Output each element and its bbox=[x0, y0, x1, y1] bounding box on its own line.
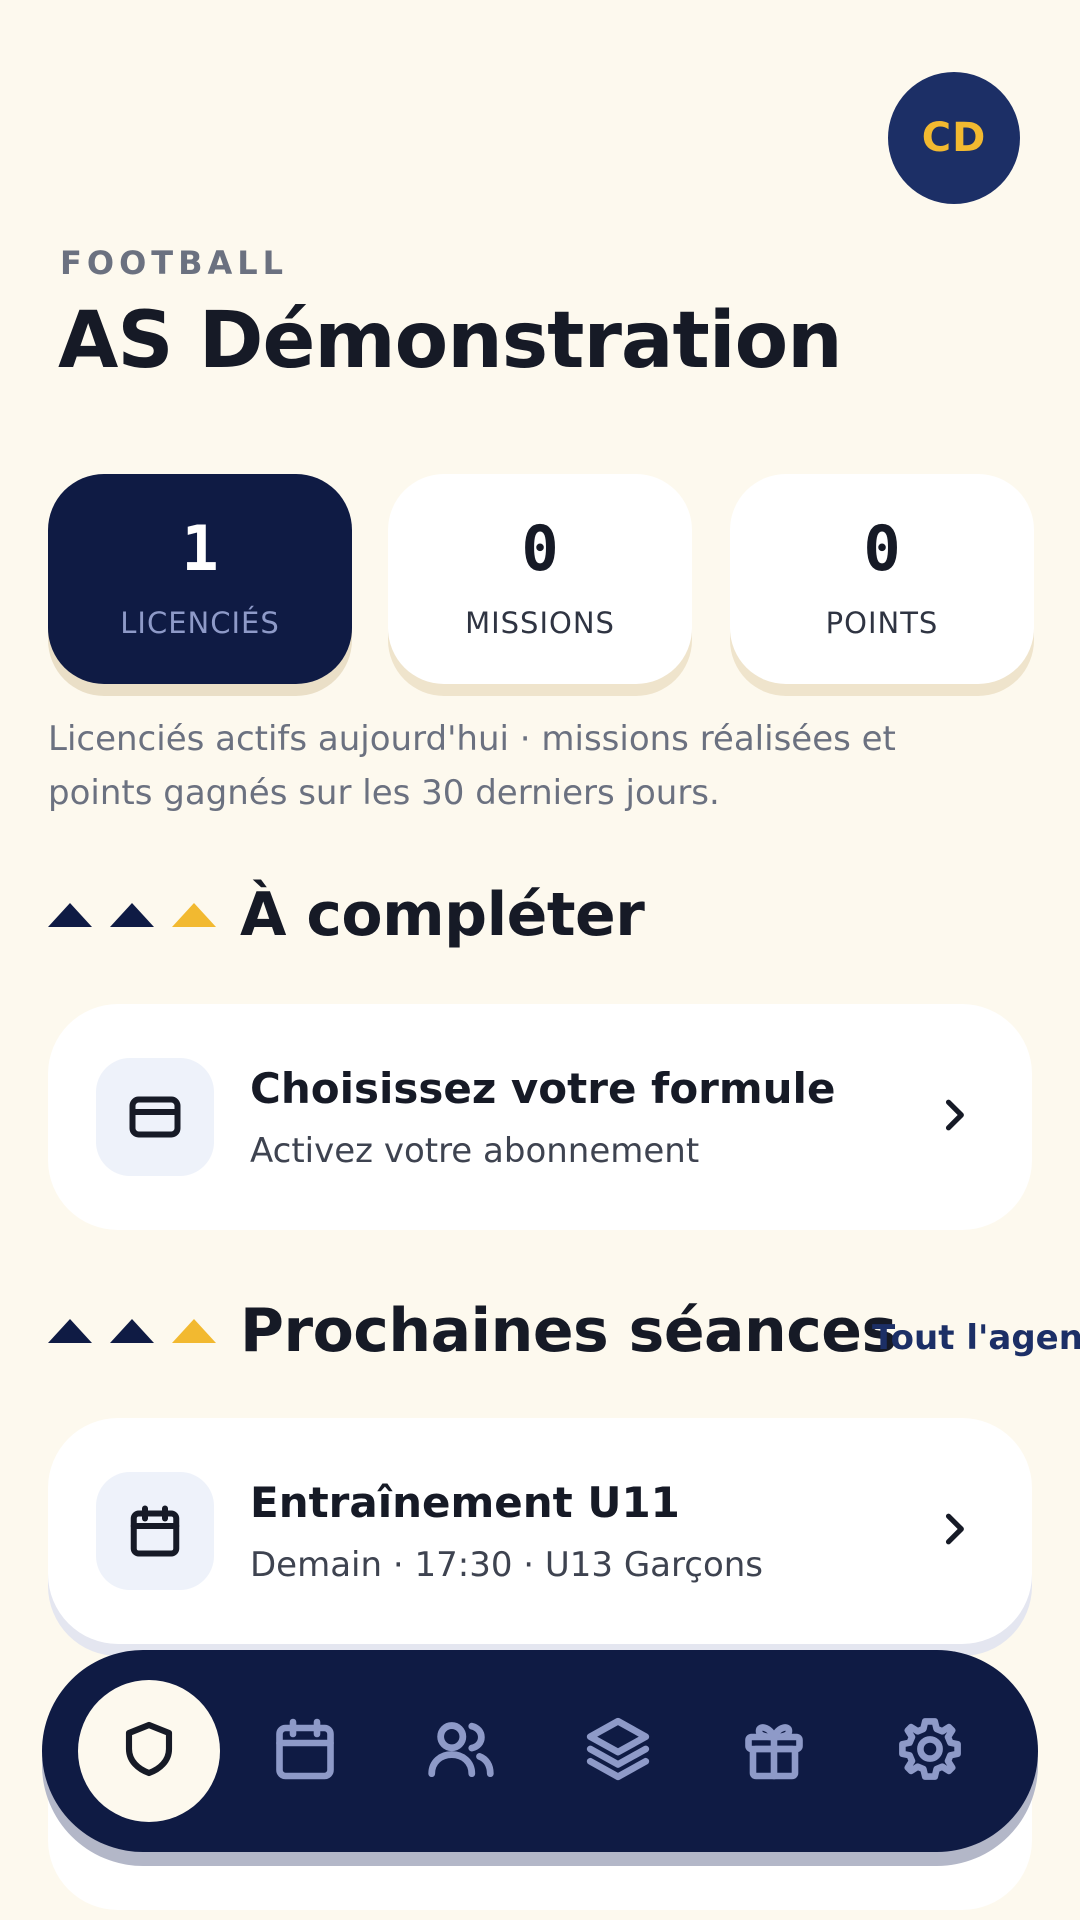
avatar[interactable]: CD bbox=[888, 72, 1020, 204]
stat-licencies[interactable]: 1 LICENCIÉS bbox=[48, 474, 352, 684]
section-heading: À compléter bbox=[240, 880, 645, 950]
nav-item-club[interactable] bbox=[78, 1680, 220, 1822]
section-heading: Prochaines séances bbox=[240, 1296, 897, 1366]
nav-item-members[interactable] bbox=[390, 1680, 532, 1822]
credit-card-icon bbox=[96, 1058, 214, 1176]
card-subtitle: Activez votre abonnement bbox=[250, 1130, 700, 1171]
todo-card-formula[interactable]: Choisissez votre formule Activez votre a… bbox=[48, 1004, 1032, 1230]
nav-item-agenda[interactable] bbox=[234, 1680, 376, 1822]
stats-note: Licenciés actifs aujourd'hui · missions … bbox=[48, 719, 896, 813]
stat-value: 0 bbox=[863, 512, 901, 585]
avatar-initials: CD bbox=[921, 115, 987, 161]
calendar-icon bbox=[269, 1713, 341, 1789]
stat-label: MISSIONS bbox=[465, 606, 615, 640]
stat-label: POINTS bbox=[825, 606, 939, 640]
stat-points[interactable]: 0 POINTS bbox=[730, 474, 1034, 684]
session-card[interactable]: Entraînement U11 Demain · 17:30 · U13 Ga… bbox=[48, 1418, 1032, 1644]
nav-item-missions[interactable] bbox=[547, 1680, 689, 1822]
triangles-decoration bbox=[48, 903, 216, 927]
shield-icon bbox=[117, 1717, 181, 1785]
sport-label: FOOTBALL bbox=[60, 244, 289, 282]
club-name: AS Démonstration bbox=[58, 296, 843, 386]
layers-icon bbox=[581, 1712, 655, 1790]
card-title: Choisissez votre formule bbox=[250, 1063, 836, 1113]
chevron-right-icon bbox=[932, 1507, 976, 1555]
users-icon bbox=[424, 1712, 498, 1790]
nav-item-settings[interactable] bbox=[859, 1680, 1001, 1822]
todo-section-title: À compléter bbox=[48, 880, 645, 950]
stat-value: 0 bbox=[521, 512, 559, 585]
bottom-nav bbox=[42, 1650, 1038, 1852]
sessions-section-title: Prochaines séances bbox=[48, 1296, 897, 1366]
see-all-agenda-link[interactable]: Tout l'agenda bbox=[872, 1318, 1080, 1358]
gear-icon bbox=[894, 1713, 966, 1789]
gift-icon bbox=[738, 1713, 810, 1789]
stat-missions[interactable]: 0 MISSIONS bbox=[388, 474, 692, 684]
nav-item-rewards[interactable] bbox=[703, 1680, 845, 1822]
stat-label: LICENCIÉS bbox=[120, 606, 280, 640]
triangles-decoration bbox=[48, 1319, 216, 1343]
stat-value: 1 bbox=[181, 512, 219, 585]
calendar-icon bbox=[96, 1472, 214, 1590]
stats-row: 1 LICENCIÉS 0 MISSIONS 0 POINTS bbox=[48, 474, 1034, 694]
card-title: Entraînement U11 bbox=[250, 1477, 680, 1527]
chevron-right-icon bbox=[932, 1093, 976, 1141]
card-subtitle: Demain · 17:30 · U13 Garçons bbox=[250, 1544, 764, 1585]
